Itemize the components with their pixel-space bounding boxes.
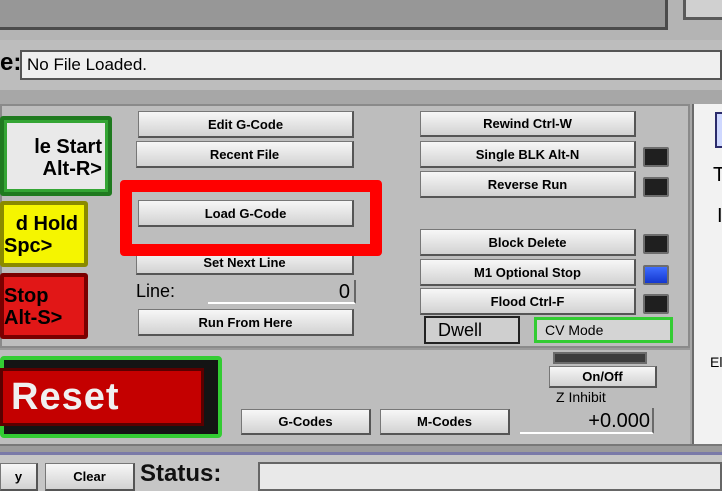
top-panel	[0, 0, 668, 30]
clear-button[interactable]: Clear	[45, 463, 135, 491]
block-delete-indicator	[643, 234, 669, 254]
line-label: Line:	[136, 281, 176, 301]
z-inhibit-label: Z Inhibit	[556, 389, 606, 405]
stop-button[interactable]: Stop Alt-S>	[0, 273, 88, 339]
single-block-button[interactable]: Single BLK Alt-N	[420, 141, 636, 168]
block-delete-button[interactable]: Block Delete	[420, 229, 636, 256]
single-block-indicator	[643, 147, 669, 167]
feed-hold-label-2: Spc>	[4, 235, 53, 257]
right-panel-indicator	[715, 112, 722, 148]
file-name-field: No File Loaded.	[20, 50, 722, 80]
highlight-box	[120, 180, 382, 256]
on-off-button[interactable]: On/Off	[549, 366, 657, 388]
status-label: Status:	[140, 460, 222, 487]
cycle-start-label-1: le Start	[34, 136, 102, 158]
mcodes-button[interactable]: M-Codes	[380, 409, 510, 435]
run-from-here-button[interactable]: Run From Here	[138, 309, 354, 336]
feed-hold-label-1: d Hold	[15, 213, 78, 235]
rewind-button[interactable]: Rewind Ctrl-W	[420, 111, 636, 137]
right-panel	[692, 104, 722, 444]
stop-label-1: Stop	[4, 285, 49, 307]
line-number-field[interactable]: 0	[208, 280, 356, 304]
z-inhibit-value[interactable]: +0.000	[520, 408, 654, 434]
recent-file-button[interactable]: Recent File	[136, 141, 354, 168]
top-panel-right	[683, 0, 722, 20]
status-field	[258, 462, 722, 491]
reverse-run-button[interactable]: Reverse Run	[420, 171, 636, 198]
stop-label-2: Alt-S>	[4, 307, 63, 329]
right-panel-char-t: T	[713, 164, 722, 186]
flood-button[interactable]: Flood Ctrl-F	[420, 288, 636, 315]
reset-button[interactable]: Reset	[0, 368, 204, 426]
file-label: e:	[0, 49, 22, 76]
dwell-indicator: Dwell	[424, 316, 520, 344]
feed-hold-button[interactable]: d Hold Spc>	[0, 201, 88, 267]
m1-optional-stop-button[interactable]: M1 Optional Stop	[420, 259, 636, 286]
cv-mode-indicator: CV Mode	[534, 317, 673, 343]
flood-indicator	[643, 294, 669, 314]
gcodes-button[interactable]: G-Codes	[241, 409, 371, 435]
cycle-start-button[interactable]: le Start Alt-R>	[0, 116, 112, 196]
reverse-run-indicator	[643, 177, 669, 197]
right-panel-char-i: I	[717, 205, 722, 227]
cycle-start-label-2: Alt-R>	[42, 158, 102, 180]
z-inhibit-led-bar	[553, 352, 647, 364]
m1-optional-stop-indicator	[643, 265, 669, 285]
status-left-button[interactable]: y	[0, 463, 38, 491]
right-panel-el-label: El	[710, 354, 722, 370]
edit-gcode-button[interactable]: Edit G-Code	[138, 111, 354, 138]
